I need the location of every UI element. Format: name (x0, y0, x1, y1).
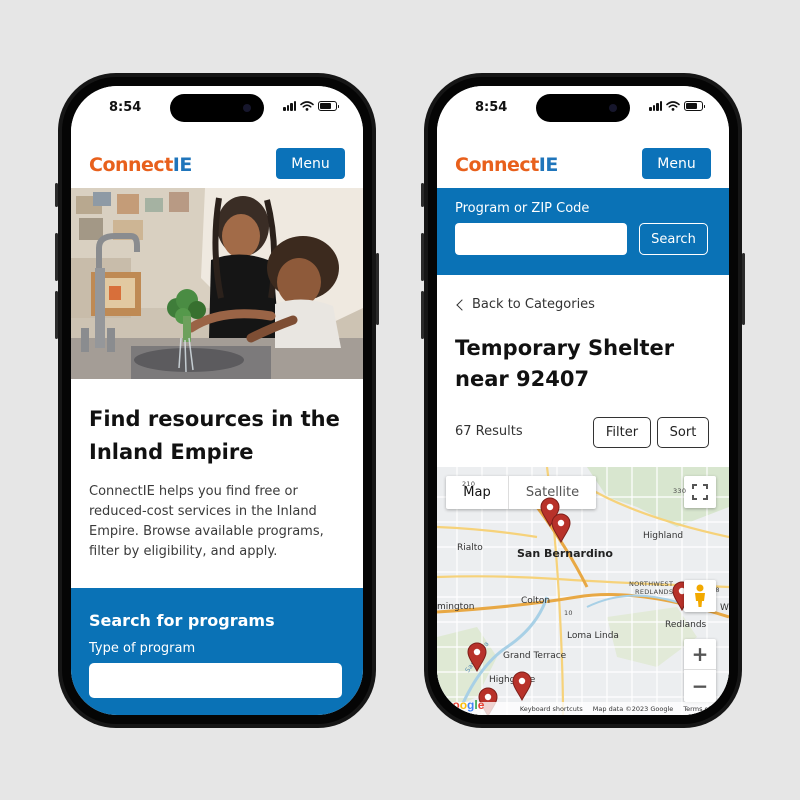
terms-link[interactable]: Terms of Use (683, 705, 725, 713)
map-label-route-10: 10 (564, 609, 573, 617)
status-time: 8:54 (475, 100, 508, 115)
results-count: 67 Results (455, 424, 523, 439)
search-button[interactable]: Search (639, 223, 708, 255)
volume-down-button (55, 291, 58, 339)
map-label-route-210: 210 (462, 480, 476, 488)
results-map[interactable]: Map Satellite San Bernardino Highland Ri… (437, 467, 729, 715)
zoom-controls: + − (684, 639, 716, 702)
map-label-route-330: 330 (673, 487, 687, 495)
cellular-signal-icon (283, 101, 296, 111)
map-label-redlands-upper: REDLANDS (635, 588, 674, 596)
map-pin[interactable] (550, 513, 572, 543)
home-screen: 8:54 ConnectIE Menu Find resources in th… (71, 86, 363, 715)
type-of-program-input[interactable] (89, 663, 342, 698)
program-search-bar: Program or ZIP Code Search (437, 188, 729, 275)
connectie-logo[interactable]: ConnectIE (89, 154, 192, 176)
status-time: 8:54 (109, 100, 142, 115)
wifi-icon (666, 101, 680, 111)
back-to-categories-link[interactable]: Back to Categories (455, 297, 595, 312)
street-view-button[interactable] (684, 580, 716, 612)
map-label-northwest: NORTHWEST (629, 580, 674, 588)
map-label-highland: Highland (643, 531, 684, 541)
map-label-redlands: Redlands (665, 620, 707, 630)
power-button (742, 253, 745, 325)
intro-description: ConnectIE helps you find free or reduced… (89, 484, 324, 559)
action-button (421, 183, 424, 207)
phone-frame-home: 8:54 ConnectIE Menu Find resources in th… (55, 73, 379, 728)
status-bar: 8:54 (437, 86, 729, 130)
map-label-grand-terrace: Grand Terrace (503, 651, 567, 661)
status-bar: 8:54 (71, 86, 363, 130)
map-label-mington: mington (437, 602, 475, 612)
zoom-in-button[interactable]: + (684, 639, 716, 670)
fullscreen-button[interactable] (684, 476, 716, 508)
pegman-icon (695, 584, 705, 607)
search-programs-panel: Search for programs Type of program (71, 588, 363, 715)
map-label-rialto: Rialto (457, 543, 483, 553)
back-link-label: Back to Categories (472, 297, 595, 312)
status-icons (649, 101, 705, 111)
results-title: Temporary Shelter near 92407 (455, 336, 675, 391)
fullscreen-icon (692, 484, 708, 500)
top-nav: ConnectIE Menu (437, 130, 729, 188)
action-button (55, 183, 58, 207)
menu-button[interactable]: Menu (276, 148, 345, 179)
status-icons (283, 101, 339, 111)
map-label-wa: Wa (720, 603, 729, 613)
intro-section: Find resources in the Inland Empire Conn… (71, 379, 363, 584)
cellular-signal-icon (649, 101, 662, 111)
map-label-colton: Colton (521, 596, 551, 606)
results-screen: 8:54 ConnectIE Menu Program or ZIP Code … (437, 86, 729, 715)
dynamic-island (536, 94, 630, 122)
map-pin[interactable] (511, 671, 533, 701)
map-label-loma-linda: Loma Linda (567, 631, 619, 641)
map-tab[interactable]: Map (446, 476, 508, 509)
sort-button[interactable]: Sort (657, 417, 709, 448)
phone-frame-results: 8:54 ConnectIE Menu Program or ZIP Code … (421, 73, 745, 728)
battery-icon (684, 101, 705, 111)
map-label-san-bernardino: San Bernardino (517, 547, 613, 560)
volume-up-button (421, 233, 424, 281)
connectie-logo[interactable]: ConnectIE (455, 154, 558, 176)
dynamic-island (170, 94, 264, 122)
filter-button[interactable]: Filter (593, 417, 651, 448)
keyboard-shortcuts-link[interactable]: Keyboard shortcuts (520, 705, 583, 713)
program-zip-input[interactable] (455, 223, 627, 255)
wifi-icon (300, 101, 314, 111)
chevron-left-icon (456, 298, 468, 311)
volume-down-button (421, 291, 424, 339)
hero-photo (71, 188, 363, 379)
map-data-credit: Map data ©2023 Google (592, 704, 674, 713)
map-pin[interactable] (466, 642, 488, 672)
page-headline: Find resources in the Inland Empire (89, 407, 340, 464)
program-zip-label: Program or ZIP Code (455, 201, 590, 216)
volume-up-button (55, 233, 58, 281)
search-panel-title: Search for programs (89, 611, 275, 630)
battery-icon (318, 101, 339, 111)
zoom-out-button[interactable]: − (684, 670, 716, 701)
type-of-program-label: Type of program (89, 641, 196, 656)
menu-button[interactable]: Menu (642, 148, 711, 179)
google-logo: Google (443, 698, 485, 712)
power-button (376, 253, 379, 325)
top-nav: ConnectIE Menu (71, 130, 363, 188)
